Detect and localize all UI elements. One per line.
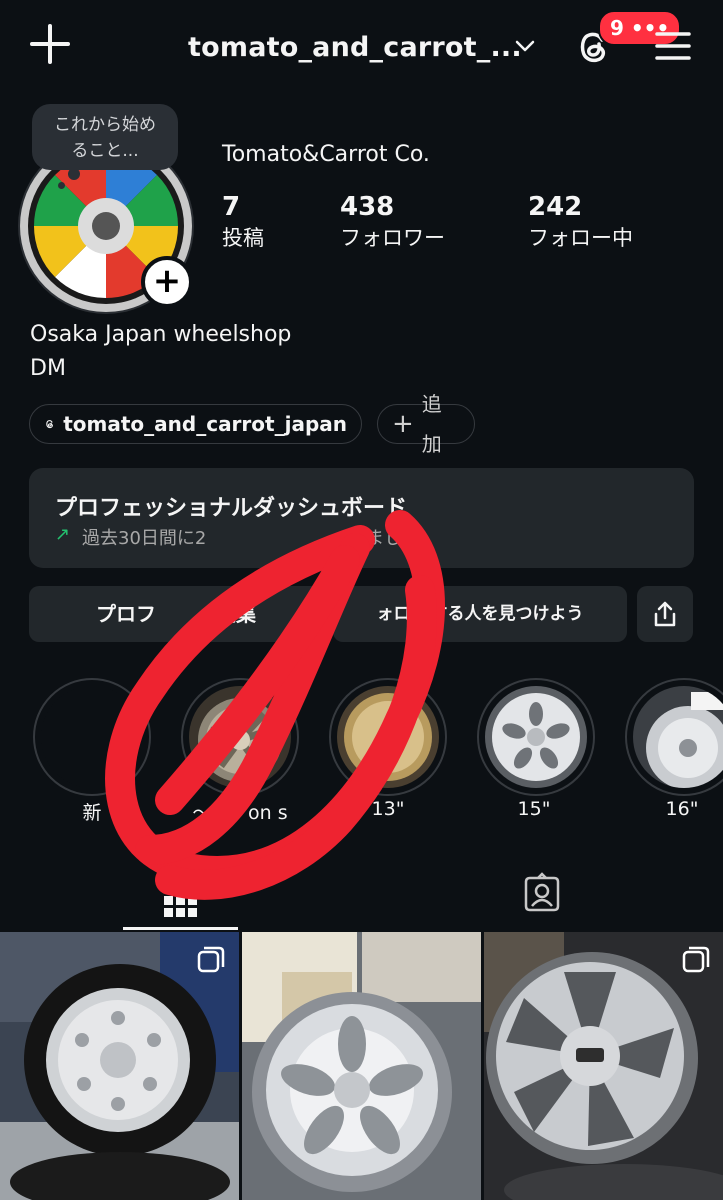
highlight-item[interactable]: [625, 678, 723, 796]
highlight-label: ～5/6 on s: [192, 802, 288, 824]
active-tab-indicator: [123, 927, 238, 930]
threads-handle: tomato_and_carrot_japan: [63, 412, 347, 436]
edit-profile-label-b: 編集: [216, 602, 256, 626]
trend-up-icon: ↗: [55, 524, 71, 545]
dashboard-subtitle-end: ました。: [366, 528, 438, 549]
chevron-down-icon[interactable]: [514, 38, 536, 54]
account-username[interactable]: tomato_and_carrot_...: [188, 32, 522, 63]
dashboard-subtitle: 過去30日間に2: [82, 528, 207, 549]
highlight-item[interactable]: [329, 678, 447, 796]
find-people-button[interactable]: ォロ する人を見つけよう: [333, 586, 627, 642]
stat-value: 438: [340, 192, 395, 222]
stat-following[interactable]: 242 フォロー中: [528, 192, 633, 252]
post-thumbnail[interactable]: [242, 932, 481, 1200]
menu-icon[interactable]: [655, 30, 691, 62]
bio-line: DM: [30, 356, 66, 381]
dashboard-title: プロフェッショナルダッシュボード: [55, 496, 408, 521]
highlight-thumb-wheel: [633, 686, 723, 788]
stat-value: 242: [528, 192, 583, 222]
share-profile-button[interactable]: [637, 586, 693, 642]
highlight-item[interactable]: [181, 678, 299, 796]
profile-display-name: Tomato&Carrot Co.: [222, 142, 430, 167]
threads-link-pill[interactable]: tomato_and_carrot_japan: [29, 404, 362, 444]
grid-icon[interactable]: [160, 880, 200, 920]
highlight-thumb-wheel: [189, 686, 291, 788]
multi-post-icon: [197, 946, 225, 973]
bio-line: Osaka Japan wheelshop: [30, 322, 292, 347]
post-image-wheel-silver: [242, 932, 481, 1200]
find-people-label-a: ォロ: [376, 604, 411, 624]
highlight-thumb: [41, 686, 143, 788]
tagged-icon[interactable]: [522, 872, 562, 912]
edit-profile-label-a: プロフ: [96, 602, 156, 626]
stat-followers[interactable]: 438 フォロワー: [340, 192, 445, 252]
highlight-new[interactable]: [33, 678, 151, 796]
multi-post-icon: [682, 946, 710, 973]
note-bubble-tail-dot: [58, 182, 65, 189]
add-link-label: 追加: [421, 392, 442, 456]
note-bubble[interactable]: これから始め ること...: [32, 104, 178, 170]
stat-label: フォロワー: [340, 226, 445, 250]
highlight-item[interactable]: [477, 678, 595, 796]
highlight-thumb-wheel: [337, 686, 439, 788]
highlight-label: 16": [665, 798, 699, 820]
highlight-label: 新: [82, 802, 102, 824]
highlight-label: 15": [517, 798, 551, 820]
find-people-label-b: する人を見つけよう: [430, 604, 584, 624]
add-story-plus-icon[interactable]: +: [141, 256, 193, 308]
threads-icon: [46, 420, 53, 429]
note-text-line1: これから始め: [54, 115, 156, 135]
profile-bio: Osaka Japan wheelshop DM: [30, 318, 291, 386]
highlight-thumb-wheel: [485, 686, 587, 788]
note-text-line2: ること...: [71, 141, 139, 161]
stat-posts[interactable]: 7 投稿: [222, 192, 264, 252]
plus-icon: +: [392, 409, 414, 439]
highlight-label: 13": [371, 798, 405, 820]
share-icon: [654, 601, 676, 627]
add-link-pill[interactable]: + 追加: [377, 392, 475, 456]
stat-label: フォロー中: [528, 226, 633, 250]
stat-value: 7: [222, 192, 241, 222]
stat-label: 投稿: [222, 226, 264, 250]
edit-profile-button[interactable]: プロフ 編集: [29, 586, 323, 642]
create-plus-icon[interactable]: [28, 22, 72, 66]
